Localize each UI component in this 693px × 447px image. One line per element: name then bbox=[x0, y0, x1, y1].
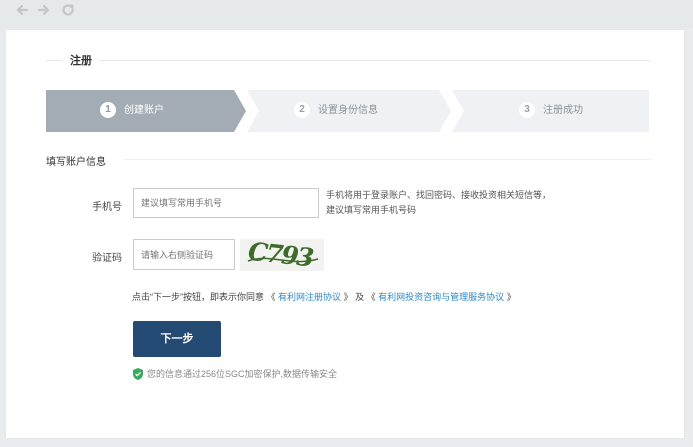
agreement-bracket-close-1: 》 bbox=[343, 292, 353, 302]
security-note: 您的信息通过256位SGC加密保护,数据传输安全 bbox=[133, 367, 337, 382]
browser-toolbar bbox=[0, 0, 693, 28]
step-progress: 1 创建账户 2 设置身份信息 3 注册成功 bbox=[46, 90, 649, 132]
step-3: 3 注册成功 bbox=[451, 90, 649, 132]
forward-arrow-icon[interactable] bbox=[36, 3, 52, 21]
step-1-number: 1 bbox=[100, 102, 116, 118]
step-1: 1 创建账户 bbox=[46, 90, 246, 132]
captcha-image[interactable]: C793 bbox=[240, 237, 324, 272]
step-2-label: 设置身份信息 bbox=[318, 105, 378, 116]
registration-agreement-link[interactable]: 有利网注册协议 bbox=[278, 292, 341, 302]
agreement-bracket-open-2: 《 bbox=[366, 292, 376, 302]
back-arrow-icon[interactable] bbox=[14, 3, 30, 21]
phone-input[interactable] bbox=[133, 188, 319, 218]
registration-card: 注册 1 创建账户 2 设置身份信息 3 注册成功 填写账户信息 手机号 手机将… bbox=[6, 30, 684, 438]
agreement-text: 点击“下一步”按钮，即表示你同意 《 有利网注册协议 》 及 《 有利网投资咨询… bbox=[132, 290, 516, 303]
phone-hint: 手机将用于登录账户、找回密码、接收投资相关短信等， 建议填写常用手机号码 bbox=[326, 188, 616, 218]
agreement-bracket-open-1: 《 bbox=[266, 292, 276, 302]
agreement-prefix: 点击“下一步”按钮，即表示你同意 bbox=[132, 292, 264, 302]
step-2: 2 设置身份信息 bbox=[246, 90, 451, 132]
shield-check-icon bbox=[133, 367, 143, 382]
step-3-number: 3 bbox=[519, 102, 535, 118]
step-1-label: 创建账户 bbox=[124, 105, 164, 116]
captcha-label: 验证码 bbox=[92, 253, 122, 264]
captcha-text: C793 bbox=[247, 239, 315, 271]
phone-label: 手机号 bbox=[92, 202, 122, 213]
next-step-button[interactable]: 下一步 bbox=[133, 321, 221, 357]
agreement-middle: 及 bbox=[355, 292, 365, 302]
service-agreement-link[interactable]: 有利网投资咨询与管理服务协议 bbox=[378, 292, 504, 302]
phone-hint-line-2: 建议填写常用手机号码 bbox=[326, 205, 417, 215]
agreement-bracket-close-2: 》 bbox=[506, 292, 516, 302]
phone-hint-line-1: 手机将用于登录账户、找回密码、接收投资相关短信等， bbox=[326, 190, 552, 200]
captcha-input[interactable] bbox=[133, 239, 235, 270]
title-divider bbox=[46, 60, 651, 61]
step-2-number: 2 bbox=[294, 102, 310, 118]
page-title: 注册 bbox=[62, 52, 100, 68]
account-info-divider bbox=[124, 159, 651, 160]
account-info-title: 填写账户信息 bbox=[46, 157, 106, 168]
security-note-text: 您的信息通过256位SGC加密保护,数据传输安全 bbox=[147, 369, 338, 379]
reload-icon[interactable] bbox=[60, 3, 76, 21]
step-3-label: 注册成功 bbox=[543, 105, 583, 116]
